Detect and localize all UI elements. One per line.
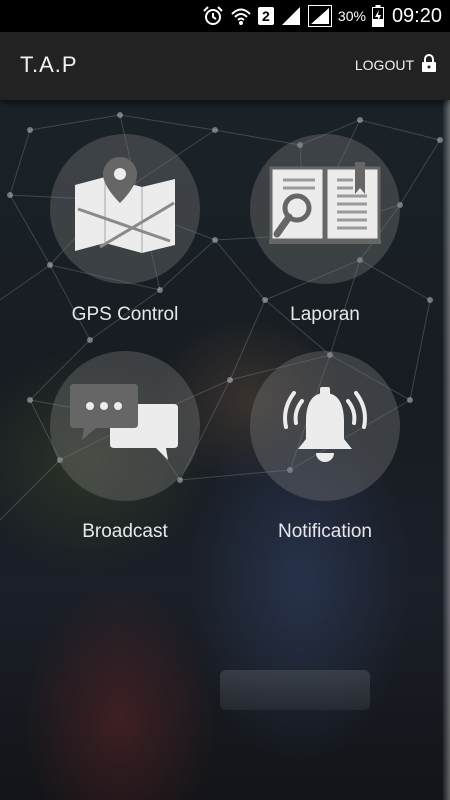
app-bar: T.A.P LOGOUT: [0, 32, 450, 100]
alarm-icon: [202, 5, 224, 27]
signal-icon: [280, 6, 302, 26]
chat-bubbles-icon: [70, 384, 180, 468]
wifi-icon: [230, 5, 252, 27]
edge-glow: [442, 100, 450, 800]
signal-icon: [307, 5, 332, 27]
menu-item-label: Laporan: [290, 304, 360, 325]
status-bar: 2 30% 09:20: [0, 0, 450, 32]
bell-icon: [280, 379, 370, 473]
book-search-icon: [269, 162, 381, 256]
menu-item-broadcast[interactable]: Broadcast: [25, 351, 225, 561]
battery-icon: [371, 5, 384, 27]
tile-circle: [250, 351, 400, 501]
menu-item-label: Broadcast: [82, 521, 168, 542]
menu-item-gps-control[interactable]: GPS Control: [25, 134, 225, 344]
tile-circle: [50, 351, 200, 501]
menu-item-laporan[interactable]: Laporan: [225, 134, 425, 344]
menu-item-notification[interactable]: Notification: [225, 351, 425, 561]
logout-button[interactable]: LOGOUT: [355, 54, 436, 76]
tile-circle: [50, 134, 200, 284]
menu-item-label: GPS Control: [71, 304, 179, 325]
app-title: T.A.P: [20, 52, 78, 77]
logout-label: LOGOUT: [354, 57, 414, 73]
tile-circle: [250, 134, 400, 284]
sim-slot-badge: 2: [257, 7, 274, 25]
menu-item-label: Notification: [278, 521, 372, 542]
lock-icon: [422, 54, 436, 76]
battery-percentage: 30%: [337, 8, 366, 24]
clock: 09:20: [391, 4, 442, 27]
map-pin-icon: [70, 157, 180, 261]
